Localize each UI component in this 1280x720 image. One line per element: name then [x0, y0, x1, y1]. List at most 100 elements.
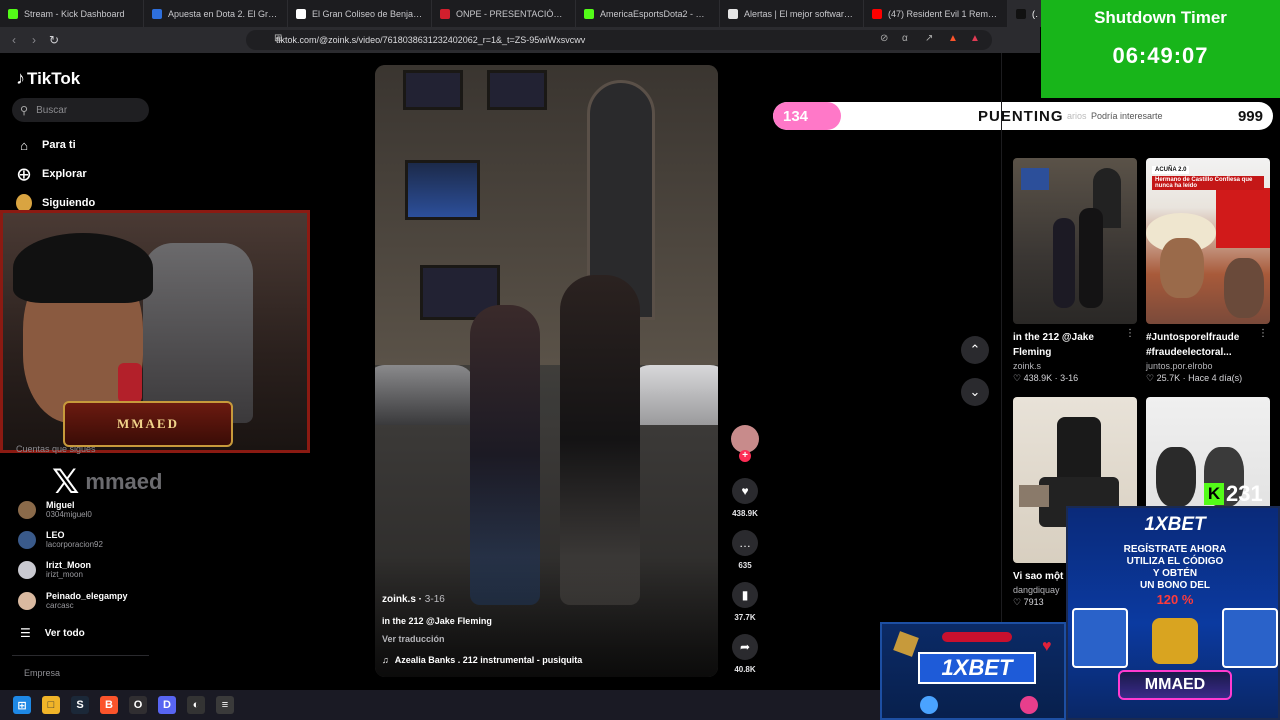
tab-title: Apuesta en Dota 2. El Gran Col — [168, 8, 279, 19]
video-thumbnail — [1013, 158, 1137, 324]
next-video-button[interactable]: ⌄ — [961, 378, 989, 406]
back-icon[interactable]: ‹ — [4, 33, 24, 47]
suggested-video-card[interactable]: ACUÑA 2.0 Hermano de Castillo Confiesa q… — [1146, 158, 1270, 384]
brave-shield-icon[interactable]: ▲ — [948, 33, 958, 44]
following-item[interactable]: Miguel 0304miguel0 — [18, 500, 92, 519]
translate-icon[interactable]: α — [902, 33, 908, 44]
search-icon: ⚲ — [20, 104, 29, 117]
nav-for-you[interactable]: ⌂ Para ti — [16, 137, 76, 153]
heart-outline-icon: ♡ — [1013, 373, 1022, 383]
video-music[interactable]: ♫ Azealia Banks . 212 instrumental - pus… — [382, 655, 582, 665]
suggested-video-card[interactable]: ⋮ in the 212 @Jake Fleming zoink.s ♡ 438… — [1013, 158, 1137, 384]
tab-favicon-icon — [152, 8, 162, 19]
ad-bonus-percent: 120 % — [1156, 592, 1194, 607]
browser-toolbar: ‹ › ↻ ☐ tiktok.com/@zoink.s/video/761803… — [0, 27, 1040, 53]
more-options-icon[interactable]: ⋮ — [1125, 328, 1135, 339]
ad-phone-image — [1222, 608, 1278, 668]
compass-icon: ⨁ — [17, 166, 31, 181]
rewards-icon[interactable]: ▲ — [970, 33, 980, 44]
ad-brand-logo: 1XBET — [918, 652, 1036, 684]
shutdown-time: 06:49:07 — [1112, 43, 1209, 68]
video-author[interactable]: zoink.s · 3-16 — [382, 594, 445, 605]
previous-video-button[interactable]: ⌃ — [961, 336, 989, 364]
browser-tab[interactable]: El Gran Coliseo de Benjaz - Liq — [288, 0, 432, 27]
goal-label: PUENTING — [978, 108, 1064, 125]
video-scene-window — [403, 70, 463, 110]
streamer-webcam: MMAED — [0, 210, 310, 453]
browser-tab[interactable]: Stream - Kick Dashboard — [0, 0, 144, 27]
spiral-icon — [1020, 696, 1038, 714]
column-divider — [1001, 53, 1002, 693]
following-icon — [16, 194, 32, 212]
webcam-crest: MMAED — [63, 401, 233, 447]
coin-icon — [893, 631, 919, 657]
microphone — [118, 363, 142, 403]
following-item[interactable]: Peinado_elegampy carcasc — [18, 591, 128, 610]
kick-logo-icon: K — [1204, 483, 1224, 505]
translate-link[interactable]: Ver traducción — [382, 634, 445, 644]
avatar — [18, 560, 36, 579]
browser-tab[interactable]: Apuesta en Dota 2. El Gran Col — [144, 0, 288, 27]
see-all-button[interactable]: ☰ Ver todo — [20, 626, 85, 640]
like-button[interactable]: ♥ 438.9K — [732, 478, 758, 518]
translate-off-icon[interactable]: ⊘ — [880, 33, 888, 44]
calculator-icon[interactable]: ≡ — [216, 696, 234, 714]
tab-favicon-icon — [296, 8, 306, 19]
tab-favicon-icon — [584, 8, 594, 19]
comment-icon: … — [732, 530, 758, 556]
streamer-hair — [13, 233, 153, 303]
search-input[interactable]: ⚲ Buscar — [12, 98, 149, 122]
browser-tab[interactable]: AmericaEsportsDota2 - Watch — [576, 0, 720, 27]
video-player[interactable] — [375, 65, 718, 677]
ad-trophy-image — [1152, 618, 1198, 664]
obs-icon[interactable]: O — [129, 696, 147, 714]
search-placeholder: Buscar — [36, 104, 68, 116]
more-options-icon[interactable]: ⋮ — [1258, 328, 1268, 339]
forward-icon[interactable]: › — [24, 33, 44, 47]
nav-explore[interactable]: ⨁ Explorar — [16, 166, 87, 182]
site-info-icon[interactable]: ⊞ — [274, 33, 282, 44]
follow-plus-icon[interactable]: + — [739, 450, 751, 462]
list-icon: ☰ — [20, 626, 31, 640]
file-explorer-icon[interactable]: □ — [42, 696, 60, 714]
discord-icon[interactable]: D — [158, 696, 176, 714]
tiktok-logo[interactable]: ♪ TikTok — [16, 68, 80, 89]
brave-browser-icon[interactable]: B — [100, 696, 118, 714]
url-text: tiktok.com/@zoink.s/video/76180386312324… — [276, 35, 586, 45]
browser-tab[interactable]: (47) Resident Evil 1 Remake - 4 — [864, 0, 1008, 27]
windows-start-icon[interactable]: ⊞ — [13, 696, 31, 714]
music-note-icon: ♫ — [382, 655, 389, 665]
home-icon: ⌂ — [20, 137, 28, 153]
x-social-overlay: 𝕏 mmaed — [52, 462, 162, 502]
comment-button[interactable]: … 635 — [732, 530, 758, 570]
tiktok-note-icon: ♪ — [16, 68, 25, 88]
app-icon[interactable]: ◐ — [187, 696, 205, 714]
company-link[interactable]: Empresa — [24, 668, 60, 678]
ad-red-stripe — [942, 632, 1012, 642]
windows-taskbar: ⊞ □ S B O D ◐ ≡ — [0, 690, 880, 720]
heart-icon: ♥ — [732, 478, 758, 504]
avatar — [18, 500, 36, 519]
tab-favicon-icon — [440, 8, 450, 19]
following-item[interactable]: LEO lacorporacion92 — [18, 530, 103, 549]
ad-promo-code: MMAED — [1118, 670, 1232, 700]
share-button[interactable]: ➦ 40.8K — [732, 634, 758, 674]
browser-tab[interactable]: ONPE - PRESENTACIÓN DE RE — [432, 0, 576, 27]
tab-title: (47) Resident Evil 1 Remake - 4 — [888, 8, 999, 19]
browser-tab[interactable]: Alertas | El mejor software para — [720, 0, 864, 27]
reload-icon[interactable]: ↻ — [44, 33, 64, 47]
nav-following[interactable]: Siguiendo — [16, 194, 95, 212]
shutdown-title: Shutdown Timer — [1094, 8, 1227, 27]
tab-favicon-icon — [872, 8, 882, 19]
sponsor-banner-large: 1XBET REGÍSTRATE AHORA UTILIZA EL CÓDIGO… — [1066, 506, 1280, 720]
x-logo-icon: 𝕏 — [52, 463, 80, 501]
following-item[interactable]: Irizt_Moon irizt_moon — [18, 560, 91, 579]
bookmark-icon: ▮ — [732, 582, 758, 608]
share-icon[interactable]: ↗ — [925, 33, 933, 44]
steam-icon[interactable]: S — [71, 696, 89, 714]
tab-title: El Gran Coliseo de Benjaz - Liq — [312, 8, 423, 19]
goal-ghost-text: Podría interesarte — [1091, 111, 1163, 121]
save-button[interactable]: ▮ 37.7K — [732, 582, 758, 622]
tab-title: Stream - Kick Dashboard — [24, 8, 125, 19]
creator-avatar[interactable] — [731, 425, 759, 453]
